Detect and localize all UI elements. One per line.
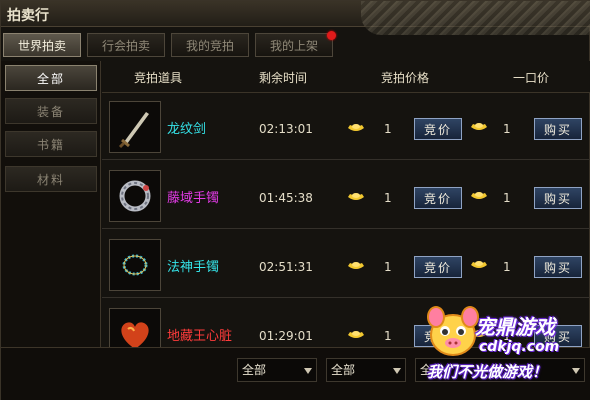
category-equipment[interactable]: 装备 [5,98,97,124]
tab-bar: 世界拍卖 行会拍卖 我的竞拍 我的上架 [3,31,336,59]
category-all[interactable]: 全部 [5,65,97,91]
remaining-time: 01:29:01 [259,329,313,343]
buy-button[interactable]: 购买 [534,187,582,209]
table-header: 竞拍道具 剩余时间 竞拍价格 一口价 [102,61,590,93]
item-slot[interactable] [109,308,161,347]
bid-price: 1 [384,260,392,274]
notification-dot-icon [327,31,336,40]
chevron-down-icon [393,368,401,374]
tab-world-auction[interactable]: 世界拍卖 [3,33,81,57]
gold-ingot-icon [348,124,364,131]
gold-ingot-icon [471,192,487,199]
item-slot[interactable] [109,101,161,153]
tab-my-listings-label: 我的上架 [269,38,318,53]
table-row: 藤域手镯 01:45:38 1 竞价 1 购买 [102,162,590,229]
item-name: 藤域手镯 [167,191,220,206]
header-buyout: 一口价 [513,71,550,85]
window-title: 拍卖行 [7,8,49,24]
bid-button[interactable]: 竞价 [414,256,462,278]
gold-ingot-icon [471,261,487,268]
item-name: 地藏王心脏 [167,329,233,344]
category-materials[interactable]: 材料 [5,166,97,192]
watermark-url: cdkjq.com [479,339,560,355]
table-row: 龙纹剑 02:13:01 1 竞价 1 购买 [102,93,590,160]
bracelet-icon [119,180,151,212]
buy-button[interactable]: 购买 [534,118,582,140]
item-slot[interactable] [109,170,161,222]
gold-ingot-icon [471,123,487,130]
buy-button[interactable]: 购买 [534,256,582,278]
bid-button[interactable]: 竞价 [414,118,462,140]
gold-ingot-icon [348,193,364,200]
item-name: 法神手镯 [167,260,220,275]
bid-button[interactable]: 竞价 [414,187,462,209]
bid-price: 1 [384,329,392,343]
header-bid-price: 竞拍价格 [381,71,430,85]
bid-price: 1 [384,191,392,205]
tab-my-listings[interactable]: 我的上架 [255,31,336,57]
category-books[interactable]: 书籍 [5,131,97,157]
gold-ingot-icon [348,331,364,338]
watermark: 宠鼎游戏 cdkjq.com 我们不光做游戏！ [421,301,590,400]
bead-bracelet-icon [122,254,148,276]
table-row: 法神手镯 02:51:31 1 竞价 1 购买 [102,231,590,298]
dragon-ornament-icon [361,1,590,35]
bid-price: 1 [384,122,392,136]
tab-guild-auction[interactable]: 行会拍卖 [87,33,165,57]
tab-my-bids[interactable]: 我的竞拍 [171,33,249,57]
buyout-price: 1 [503,122,511,136]
sword-icon [118,112,149,149]
heart-icon [121,322,149,347]
buyout-price: 1 [503,191,511,205]
auction-window: 拍卖行 世界拍卖 行会拍卖 我的竞拍 我的上架 全部 装备 书籍 材料 竞拍道具… [0,0,590,400]
item-name: 龙纹剑 [167,122,207,137]
buyout-price: 1 [503,260,511,274]
gold-ingot-icon [348,262,364,269]
remaining-time: 02:13:01 [259,122,313,136]
filter-select-1[interactable]: 全部 [237,358,317,382]
filter-select-2[interactable]: 全部 [326,358,406,382]
remaining-time: 01:45:38 [259,191,313,205]
header-item: 竞拍道具 [134,71,183,85]
category-sidebar: 全部 装备 书籍 材料 [1,61,101,347]
chevron-down-icon [304,368,312,374]
title-bar: 拍卖行 [1,1,590,35]
filter-select-2-value: 全部 [331,363,356,377]
filter-select-1-value: 全部 [242,363,267,377]
watermark-slogan: 我们不光做游戏！ [427,363,548,381]
header-time: 剩余时间 [259,71,308,85]
remaining-time: 02:51:31 [259,260,313,274]
item-slot[interactable] [109,239,161,291]
watermark-brand: 宠鼎游戏 [475,315,555,339]
